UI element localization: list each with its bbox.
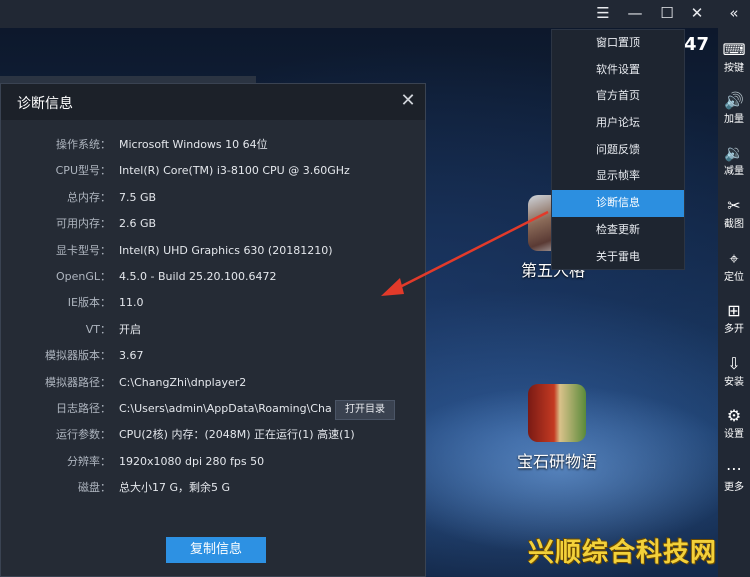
menu-item-feedback[interactable]: 问题反馈 bbox=[552, 137, 684, 164]
info-row: 操作系统： Microsoft Windows 10 64位 bbox=[1, 132, 425, 158]
maximize-icon[interactable]: ☐ bbox=[652, 0, 682, 28]
toolbar-label: 更多 bbox=[724, 482, 744, 493]
row-value: C:\Users\admin\AppData\Roaming\Cha... bbox=[119, 401, 331, 415]
toolbar-item-settings[interactable]: ⚙ 设置 bbox=[718, 404, 750, 454]
row-label: 模拟器版本： bbox=[45, 349, 111, 363]
info-row: VT： 开启 bbox=[1, 317, 425, 343]
volume-up-icon: 🔊 bbox=[724, 91, 744, 110]
toolbar-label: 定位 bbox=[724, 272, 744, 283]
row-label: CPU型号： bbox=[55, 164, 111, 178]
gem-story-app-icon bbox=[528, 384, 586, 442]
info-row: 可用内存： 2.6 GB bbox=[1, 211, 425, 237]
dialog-title: 诊断信息 bbox=[17, 96, 73, 112]
menu-item-user-forum[interactable]: 用户论坛 bbox=[552, 110, 684, 137]
close-icon[interactable]: ✕ bbox=[397, 90, 419, 112]
menu-item-diagnostics[interactable]: 诊断信息 bbox=[552, 190, 684, 217]
toolbar-item-install[interactable]: ⇩ 安装 bbox=[718, 352, 750, 402]
multi-instance-icon: ⊞ bbox=[727, 301, 741, 320]
row-value: 11.0 bbox=[119, 296, 144, 310]
close-icon[interactable]: ✕ bbox=[682, 0, 712, 28]
row-value: 4.5.0 - Build 25.20.100.6472 bbox=[119, 269, 277, 283]
more-icon: ⋯ bbox=[726, 459, 742, 478]
app-gem-story[interactable]: 宝石研物语 bbox=[512, 384, 602, 472]
row-label: 总内存： bbox=[67, 190, 111, 204]
toolbar-label: 多开 bbox=[724, 324, 744, 335]
info-row: OpenGL： 4.5.0 - Build 25.20.100.6472 bbox=[1, 264, 425, 290]
toolbar-label: 截图 bbox=[724, 219, 744, 230]
status-clock: 47 bbox=[684, 34, 710, 55]
keyboard-icon: ⌨ bbox=[722, 40, 746, 59]
row-value: Intel(R) UHD Graphics 630 (20181210) bbox=[119, 243, 333, 257]
row-label: IE版本： bbox=[67, 296, 111, 310]
open-directory-button[interactable]: 打开目录 bbox=[335, 399, 395, 420]
gear-icon: ⚙ bbox=[726, 406, 742, 425]
toolbar-label: 减量 bbox=[724, 166, 744, 177]
diagnostics-dialog: 诊断信息 ✕ 操作系统： Microsoft Windows 10 64位 CPU… bbox=[0, 83, 426, 577]
menu-item-official-site[interactable]: 官方首页 bbox=[552, 83, 684, 110]
diagnostics-list: 操作系统： Microsoft Windows 10 64位 CPU型号： Inte… bbox=[1, 132, 425, 501]
row-label: 可用内存： bbox=[56, 217, 111, 231]
toolbar-item-volume-up[interactable]: 🔊 加量 bbox=[718, 89, 750, 139]
row-label: 日志路径： bbox=[56, 401, 111, 415]
toolbar-item-screenshot[interactable]: ✂ 截图 bbox=[718, 194, 750, 244]
info-row: 日志路径： C:\Users\admin\AppData\Roaming\Cha.… bbox=[1, 396, 425, 422]
info-row: 运行参数： CPU(2核) 内存：(2048M) 正在运行(1) 高速(1) bbox=[1, 422, 425, 448]
row-value: 开启 bbox=[119, 322, 141, 336]
main-menu-dropdown: 窗口置顶 软件设置 官方首页 用户论坛 问题反馈 显示帧率 诊断信息 检查更新 … bbox=[551, 29, 685, 270]
row-value: Intel(R) Core(TM) i3-8100 CPU @ 3.60GHz bbox=[119, 164, 350, 178]
menu-item-show-fps[interactable]: 显示帧率 bbox=[552, 163, 684, 190]
toolbar-item-keymap[interactable]: ⌨ 按键 bbox=[718, 38, 750, 88]
menu-item-pin-window[interactable]: 窗口置顶 bbox=[552, 30, 684, 57]
apk-install-icon: ⇩ bbox=[727, 354, 741, 373]
toolbar-item-volume-down[interactable]: 🔉 减量 bbox=[718, 141, 750, 191]
info-row: CPU型号： Intel(R) Core(TM) i3-8100 CPU @ 3.… bbox=[1, 158, 425, 184]
hamburger-icon[interactable]: ☰ bbox=[588, 0, 618, 28]
row-value: CPU(2核) 内存：(2048M) 正在运行(1) 高速(1) bbox=[119, 428, 355, 442]
minimize-icon[interactable]: — bbox=[620, 0, 650, 28]
info-row: IE版本： 11.0 bbox=[1, 290, 425, 316]
toolbar-label: 按键 bbox=[724, 63, 744, 74]
row-value: C:\ChangZhi\dnplayer2 bbox=[119, 375, 247, 389]
volume-down-icon: 🔉 bbox=[724, 143, 744, 162]
menu-item-about[interactable]: 关于雷电 bbox=[552, 244, 684, 271]
right-toolbar: « ⌨ 按键 🔊 加量 🔉 减量 ✂ 截图 ⌖ 定位 ⊞ 多开 ⇩ 安装 ⚙ 设… bbox=[718, 0, 750, 577]
row-value: Microsoft Windows 10 64位 bbox=[119, 138, 268, 151]
row-value: 7.5 GB bbox=[119, 190, 157, 204]
row-value: 1920x1080 dpi 280 fps 50 bbox=[119, 454, 265, 468]
row-value: 总大小17 G，剩余5 G bbox=[119, 481, 231, 495]
info-row: 模拟器版本： 3.67 bbox=[1, 343, 425, 369]
menu-item-software-settings[interactable]: 软件设置 bbox=[552, 57, 684, 84]
row-label: 显卡型号： bbox=[56, 243, 111, 257]
row-label: 模拟器路径： bbox=[45, 375, 111, 389]
dialog-header: 诊断信息 ✕ bbox=[1, 84, 425, 120]
app-name: 宝石研物语 bbox=[516, 452, 597, 471]
row-label: 分辨率： bbox=[67, 454, 111, 468]
row-label: 运行参数： bbox=[56, 428, 111, 442]
copy-info-button[interactable]: 复制信息 bbox=[166, 537, 266, 563]
toolbar-item-location[interactable]: ⌖ 定位 bbox=[718, 247, 750, 297]
row-label: 磁盘： bbox=[78, 481, 111, 495]
toolbar-label: 加量 bbox=[724, 114, 744, 125]
row-label: VT： bbox=[85, 322, 111, 336]
menu-item-check-update[interactable]: 检查更新 bbox=[552, 217, 684, 244]
info-row: 磁盘： 总大小17 G，剩余5 G bbox=[1, 475, 425, 501]
title-bar: ☰ — ☐ ✕ bbox=[0, 0, 718, 28]
info-row: 模拟器路径： C:\ChangZhi\dnplayer2 bbox=[1, 370, 425, 396]
info-row: 分辨率： 1920x1080 dpi 280 fps 50 bbox=[1, 449, 425, 475]
location-pin-icon: ⌖ bbox=[729, 249, 739, 268]
toolbar-label: 设置 bbox=[724, 429, 744, 440]
toolbar-item-more[interactable]: ⋯ 更多 bbox=[718, 457, 750, 507]
collapse-toolbar-icon[interactable]: « bbox=[718, 0, 750, 28]
row-value: 2.6 GB bbox=[119, 217, 157, 231]
watermark: 兴顺综合科技网 bbox=[528, 538, 718, 568]
row-value: 3.67 bbox=[119, 349, 144, 363]
toolbar-label: 安装 bbox=[724, 377, 744, 388]
row-label: OpenGL： bbox=[55, 269, 111, 283]
info-row: 显卡型号： Intel(R) UHD Graphics 630 (20181210… bbox=[1, 238, 425, 264]
scissors-icon: ✂ bbox=[727, 196, 741, 215]
row-label: 操作系统： bbox=[56, 138, 111, 151]
toolbar-item-multi[interactable]: ⊞ 多开 bbox=[718, 299, 750, 349]
info-row: 总内存： 7.5 GB bbox=[1, 185, 425, 211]
